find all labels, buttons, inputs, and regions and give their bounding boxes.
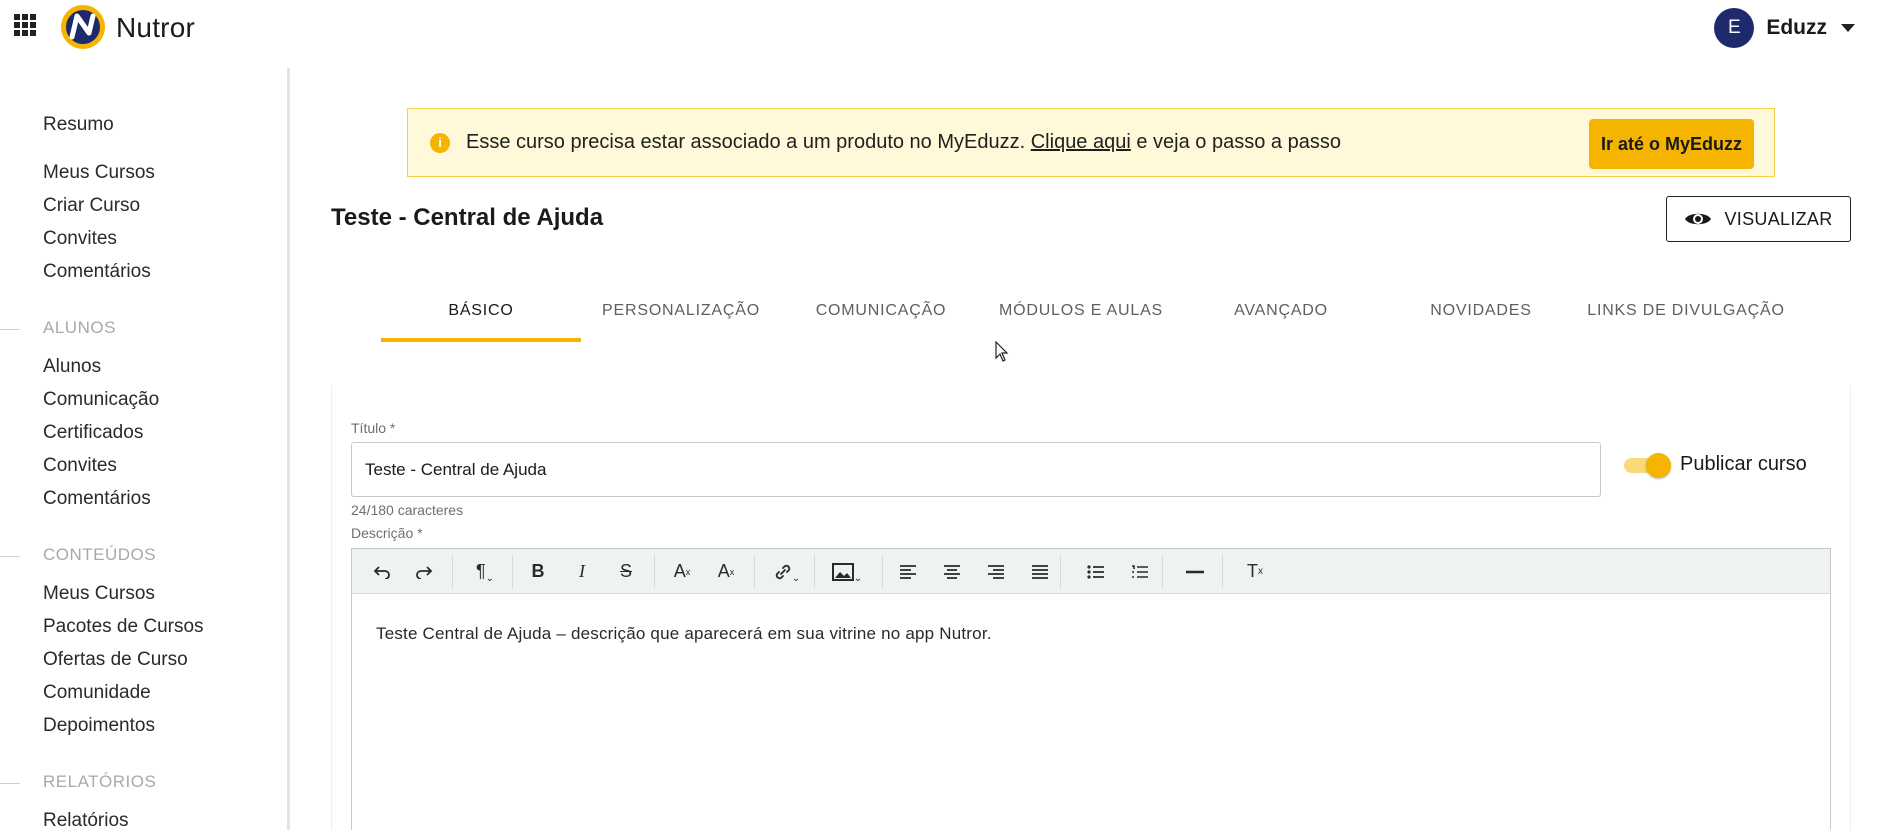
redo-icon[interactable] xyxy=(406,549,442,594)
undo-icon[interactable] xyxy=(364,549,400,594)
sidebar-section-relatorios: RELATÓRIOS xyxy=(0,772,157,791)
tab-personalizacao[interactable]: PERSONALIZAÇÃO xyxy=(581,290,781,342)
sidebar-item-relatorios[interactable]: Relatórios xyxy=(43,810,129,830)
user-menu[interactable]: E Eduzz xyxy=(1714,8,1855,48)
caret-down-icon xyxy=(1841,24,1855,32)
sidebar-item-meus-cursos[interactable]: Meus Cursos xyxy=(43,162,155,184)
description-label: Descrição * xyxy=(351,525,423,541)
sidebar-section-alunos: ALUNOS xyxy=(0,318,116,337)
description-text[interactable]: Teste Central de Ajuda – descrição que a… xyxy=(376,624,992,644)
title-label: Título * xyxy=(351,420,396,436)
bold-icon[interactable]: B xyxy=(520,549,556,594)
info-icon: i xyxy=(430,132,450,153)
sidebar-item-certificados[interactable]: Certificados xyxy=(43,422,143,444)
sidebar-item-depoimentos[interactable]: Depoimentos xyxy=(43,715,155,737)
sidebar-section-conteudos: CONTEÚDOS xyxy=(0,545,157,564)
sidebar-item-alunos[interactable]: Alunos xyxy=(43,356,101,378)
horizontal-rule-icon[interactable] xyxy=(1172,549,1218,594)
tab-novidades[interactable]: NOVIDADES xyxy=(1381,290,1581,342)
eye-icon xyxy=(1685,213,1712,225)
sidebar-item-resumo[interactable]: Resumo xyxy=(43,114,114,136)
tab-modulos-e-aulas[interactable]: MÓDULOS E AULAS xyxy=(981,290,1181,342)
apps-grid-icon[interactable] xyxy=(14,14,36,36)
title-input[interactable]: Teste - Central de Ajuda xyxy=(351,442,1601,497)
tab-basico[interactable]: BÁSICO xyxy=(381,290,581,342)
sidebar: Resumo Meus Cursos Criar Curso Convites … xyxy=(0,68,290,830)
sidebar-item-criar-curso[interactable]: Criar Curso xyxy=(43,195,140,217)
toggle-knob xyxy=(1646,453,1671,478)
align-justify-icon[interactable] xyxy=(1022,549,1058,594)
page-title: Teste - Central de Ajuda xyxy=(331,204,604,231)
image-icon[interactable]: ⌄ xyxy=(822,549,872,594)
title-char-counter: 24/180 caracteres xyxy=(351,502,464,518)
align-left-icon[interactable] xyxy=(890,549,926,594)
sidebar-item-ofertas-de-curso[interactable]: Ofertas de Curso xyxy=(43,649,188,671)
tab-comunicacao[interactable]: COMUNICAÇÃO xyxy=(781,290,981,342)
nutror-logo-icon xyxy=(61,5,105,49)
user-name: Eduzz xyxy=(1766,16,1827,39)
editor-toolbar: ¶ ⌄ B I S Ax Ax ⌄ ⌄ T x xyxy=(352,549,1830,594)
alert-text-after: e veja o passo a passo xyxy=(1136,131,1341,153)
superscript-icon[interactable]: Ax xyxy=(664,549,700,594)
sidebar-item-comentarios[interactable]: Comentários xyxy=(43,261,151,283)
go-to-myeduzz-button[interactable]: Ir até o MyEduzz xyxy=(1588,119,1754,169)
sidebar-item-convites[interactable]: Convites xyxy=(43,228,117,250)
sidebar-item-meus-cursos-conteudos[interactable]: Meus Cursos xyxy=(43,583,155,605)
alert-text-before: Esse curso precisa estar associado a um … xyxy=(466,131,1026,153)
view-button-label: VISUALIZAR xyxy=(1724,208,1833,229)
sidebar-item-convites-alunos[interactable]: Convites xyxy=(43,455,117,477)
description-editor: ¶ ⌄ B I S Ax Ax ⌄ ⌄ T x Teste Central de… xyxy=(351,548,1831,830)
paragraph-format-icon[interactable]: ¶ ⌄ xyxy=(462,549,508,594)
subscript-icon[interactable]: Ax xyxy=(708,549,744,594)
italic-icon[interactable]: I xyxy=(564,549,600,594)
bulleted-list-icon[interactable] xyxy=(1078,549,1114,594)
view-button[interactable]: VISUALIZAR xyxy=(1666,196,1851,242)
mouse-cursor-icon xyxy=(995,341,1009,362)
sidebar-item-comunidade[interactable]: Comunidade xyxy=(43,682,151,704)
tab-avancado[interactable]: AVANÇADO xyxy=(1181,290,1381,342)
publish-label: Publicar curso xyxy=(1680,453,1807,475)
sidebar-item-comunicacao[interactable]: Comunicação xyxy=(43,389,159,411)
numbered-list-icon[interactable] xyxy=(1122,549,1158,594)
top-bar: Nutror E Eduzz xyxy=(0,0,1883,56)
myeduzz-alert: i Esse curso precisa estar associado a u… xyxy=(407,108,1775,177)
sidebar-item-pacotes-de-cursos[interactable]: Pacotes de Cursos xyxy=(43,616,204,638)
brand-name: Nutror xyxy=(116,12,195,43)
alert-message: Esse curso precisa estar associado a um … xyxy=(466,131,1341,154)
link-icon[interactable]: ⌄ xyxy=(764,549,810,594)
course-tabs: BÁSICO PERSONALIZAÇÃO COMUNICAÇÃO MÓDULO… xyxy=(381,290,1784,342)
alert-link[interactable]: Clique aqui xyxy=(1031,131,1131,153)
avatar: E xyxy=(1714,8,1755,48)
strikethrough-icon[interactable]: S xyxy=(608,549,644,594)
publish-toggle[interactable] xyxy=(1622,453,1671,478)
tab-links-de-divulgacao[interactable]: LINKS DE DIVULGAÇÃO xyxy=(1581,290,1791,342)
sidebar-item-comentarios-alunos[interactable]: Comentários xyxy=(43,488,151,510)
align-center-icon[interactable] xyxy=(934,549,970,594)
align-right-icon[interactable] xyxy=(978,549,1014,594)
clear-formatting-icon[interactable]: Tx xyxy=(1232,549,1278,594)
